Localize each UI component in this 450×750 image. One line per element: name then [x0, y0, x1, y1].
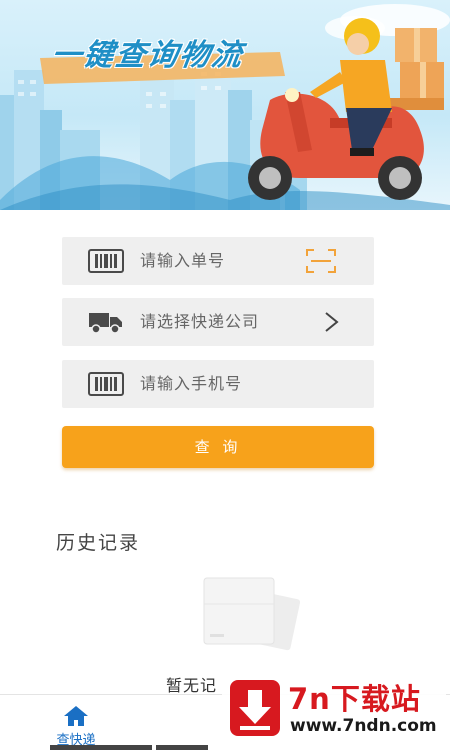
phone-number-field[interactable]: 请输入手机号 — [62, 360, 374, 408]
chevron-right-icon — [325, 312, 339, 332]
download-arrow-icon — [239, 690, 271, 730]
watermark-url: www.7ndn.com — [290, 716, 437, 736]
tracking-number-placeholder: 请输入单号 — [140, 251, 226, 270]
barcode-icon — [88, 372, 124, 396]
tracking-number-field[interactable]: 请输入单号 — [62, 237, 374, 285]
nav-item-track[interactable]: 查快递 — [40, 701, 112, 748]
home-icon — [64, 706, 88, 726]
barcode-icon — [88, 249, 124, 273]
history-title: 历史记录 — [56, 532, 141, 554]
banner-title: 一键查询物流 — [49, 38, 246, 73]
scan-icon[interactable] — [305, 248, 337, 274]
history-empty-text: 暂无记 — [166, 676, 218, 695]
hero-banner: 一键查询物流 — [0, 0, 450, 210]
nav-indicator — [50, 745, 208, 750]
courier-company-placeholder: 请选择快递公司 — [140, 312, 260, 331]
empty-document-icon — [203, 577, 300, 651]
phone-number-placeholder: 请输入手机号 — [140, 374, 243, 393]
watermark-brand: 7n下载站 — [288, 682, 421, 716]
app-screen: 一键查询物流 请输入单号 请选择快递公司 请输入手机号 查 询 历史记录 暂无记… — [0, 0, 450, 750]
site-watermark: 7n下载站 www.7ndn.com — [222, 672, 446, 742]
download-logo — [230, 680, 280, 736]
delivery-truck-icon — [89, 313, 122, 334]
courier-company-select[interactable]: 请选择快递公司 — [62, 298, 374, 346]
nav-indicator-divider — [152, 745, 156, 750]
query-button[interactable]: 查 询 — [62, 426, 374, 468]
